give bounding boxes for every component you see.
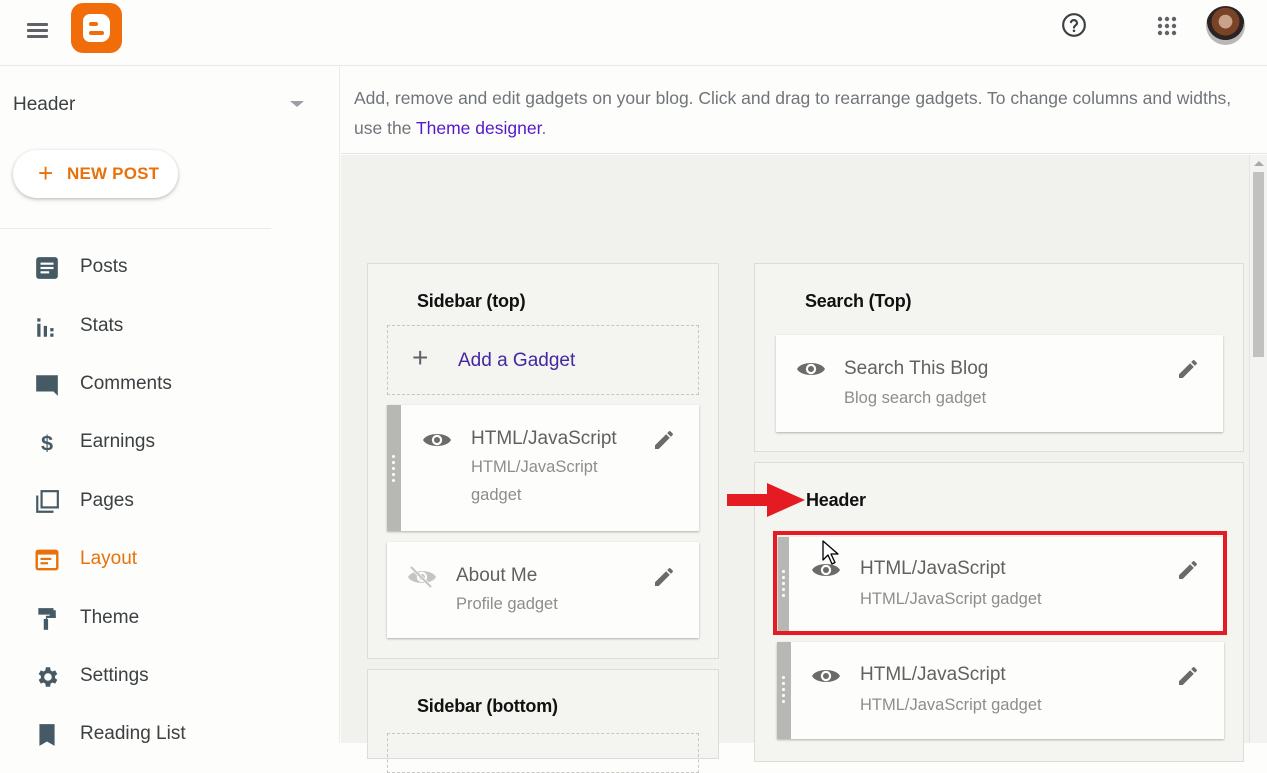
scroll-up-arrow-icon[interactable]: [1254, 161, 1264, 166]
layout-icon: [35, 549, 59, 571]
add-gadget-button[interactable]: + Add a Gadget: [387, 325, 699, 395]
section-sidebar-top: Sidebar (top) + Add a Gadget HTML/JavaSc…: [367, 263, 719, 659]
user-avatar[interactable]: [1206, 6, 1245, 45]
section-title: Header: [806, 490, 866, 510]
pencil-edit-icon[interactable]: [1176, 558, 1200, 582]
gadget-card[interactable]: HTML/JavaScript HTML/JavaScript gadget: [777, 642, 1224, 739]
plus-icon: +: [38, 158, 54, 188]
sidebar-item-earnings[interactable]: $ Earnings: [0, 418, 330, 468]
pencil-edit-icon[interactable]: [1176, 664, 1200, 688]
add-gadget-label: Add a Gadget: [458, 350, 576, 371]
sidebar-item-theme[interactable]: Theme: [0, 594, 330, 644]
gadget-subtitle: Profile gadget: [456, 595, 558, 613]
description-text: Add, remove and edit gadgets on your blo…: [354, 83, 1254, 143]
sidebar-item-label: Earnings: [80, 431, 155, 452]
sidebar-item-comments[interactable]: Comments: [0, 360, 330, 410]
gadget-card[interactable]: HTML/JavaScript HTML/JavaScript gadget: [387, 405, 699, 531]
sidebar-item-posts[interactable]: Posts: [0, 243, 330, 293]
gadget-title: HTML/JavaScript: [860, 664, 1006, 685]
gadget-subtitle: HTML/JavaScript gadget: [471, 458, 598, 504]
pencil-edit-icon[interactable]: [652, 565, 676, 589]
eye-off-icon[interactable]: [407, 566, 437, 588]
vertical-scrollbar[interactable]: [1249, 155, 1267, 743]
sidebar-item-label: Settings: [80, 665, 149, 686]
red-arrow-annotation: [727, 483, 805, 517]
gadget-title: HTML/JavaScript: [471, 428, 617, 449]
blog-selector-value: Header: [13, 94, 76, 115]
pencil-edit-icon[interactable]: [652, 428, 676, 452]
section-sidebar-bottom: Sidebar (bottom): [367, 669, 719, 773]
gadget-card-highlighted[interactable]: HTML/JavaScript HTML/JavaScript gadget: [778, 537, 1224, 633]
eye-icon[interactable]: [811, 665, 841, 687]
eye-icon[interactable]: [422, 429, 452, 451]
gadget-title: Search This Blog: [844, 358, 989, 379]
drag-handle[interactable]: [387, 405, 401, 531]
sidebar-item-label: Reading List: [80, 723, 186, 744]
section-header: Header HTML/JavaScript HTML/JavaScript g…: [754, 462, 1244, 762]
sidebar-item-reading-list[interactable]: Reading List: [0, 710, 330, 760]
sidebar-item-label: Theme: [80, 607, 140, 628]
gadget-subtitle: Blog search gadget: [844, 389, 987, 407]
layout-description: Add, remove and edit gadgets on your blo…: [341, 67, 1267, 154]
posts-icon: [36, 257, 58, 279]
theme-designer-link[interactable]: Theme designer: [416, 118, 542, 138]
section-search-top: Search (Top) Search This Blog Blog searc…: [754, 263, 1244, 452]
gadget-card[interactable]: Search This Blog Blog search gadget: [776, 335, 1223, 432]
sidebar-item-settings[interactable]: Settings: [0, 652, 330, 702]
sidebar-item-label: Pages: [80, 490, 134, 511]
chevron-down-icon: [290, 101, 304, 107]
dollar-icon: $: [41, 431, 53, 456]
plus-icon: +: [412, 342, 429, 373]
apps-grid-icon[interactable]: [1155, 14, 1179, 38]
comments-icon: [36, 375, 58, 396]
gear-icon: [38, 667, 58, 687]
sidebar: Header + NEW POST Posts Stats Comments $…: [0, 67, 340, 746]
drag-handle[interactable]: [777, 642, 791, 739]
mouse-cursor-icon: [822, 540, 839, 565]
scroll-thumb[interactable]: [1253, 172, 1264, 357]
section-title: Sidebar (bottom): [417, 696, 558, 716]
description-period: .: [541, 118, 547, 138]
eye-icon[interactable]: [796, 358, 826, 380]
stats-icon: [37, 318, 54, 337]
divider: [0, 228, 271, 229]
bookmark-icon: [39, 724, 55, 746]
sidebar-item-stats[interactable]: Stats: [0, 302, 330, 352]
hamburger-menu-icon[interactable]: [24, 17, 52, 45]
new-post-button[interactable]: + NEW POST: [13, 150, 178, 198]
add-gadget-button[interactable]: [387, 733, 699, 773]
new-post-label: NEW POST: [67, 164, 160, 183]
sidebar-item-label: Posts: [80, 256, 128, 277]
top-app-bar: [0, 0, 1267, 66]
sidebar-item-label: Comments: [80, 373, 172, 394]
blog-selector-dropdown[interactable]: Header: [0, 67, 330, 141]
gadget-title: HTML/JavaScript: [860, 558, 1006, 579]
pencil-edit-icon[interactable]: [1176, 357, 1200, 381]
drag-handle[interactable]: [778, 537, 789, 633]
gadget-card[interactable]: About Me Profile gadget: [387, 542, 699, 638]
gadget-title: About Me: [456, 565, 538, 586]
svg-text:$: $: [41, 431, 53, 456]
paint-roller-icon: [38, 608, 56, 630]
pages-icon: [36, 490, 59, 513]
sidebar-item-label: Stats: [80, 315, 124, 336]
sidebar-item-label: Layout: [80, 548, 138, 569]
gadget-subtitle: HTML/JavaScript gadget: [860, 696, 1042, 714]
sidebar-item-layout[interactable]: Layout: [0, 535, 330, 585]
gadget-subtitle: HTML/JavaScript gadget: [860, 590, 1042, 608]
sidebar-item-pages[interactable]: Pages: [0, 477, 330, 527]
blogger-logo[interactable]: [71, 3, 122, 53]
section-title: Search (Top): [805, 291, 912, 311]
section-title: Sidebar (top): [417, 291, 526, 311]
help-circle-icon[interactable]: [1061, 12, 1087, 38]
